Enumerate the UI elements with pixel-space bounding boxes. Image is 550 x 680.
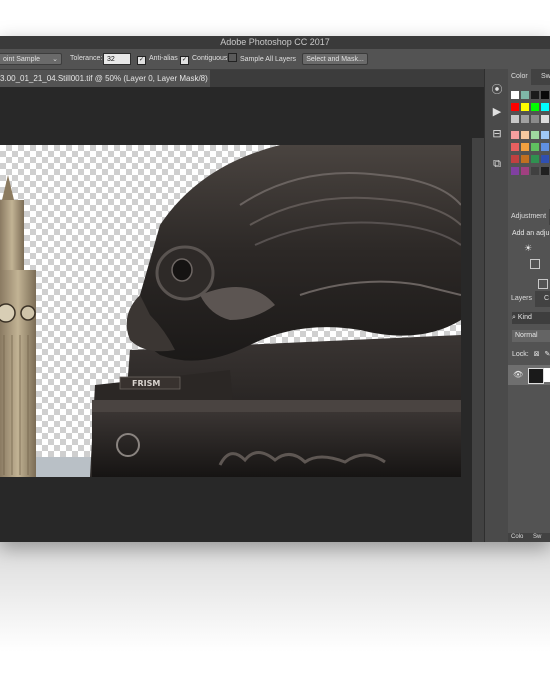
document-tab[interactable]: 3.00_01_21_04.Still001.tif @ 50% (Layer …: [0, 70, 210, 87]
checkbox-unchecked-icon: [228, 53, 237, 62]
layers-panel-tabs: Layers C: [508, 291, 550, 307]
statue-photo: FRISM: [0, 145, 461, 477]
color-swatch[interactable]: [531, 103, 539, 111]
dolphin-sculpture: [126, 145, 461, 361]
anti-alias-checkbox[interactable]: ✓ Anti-alias: [137, 53, 178, 65]
color-swatch[interactable]: [531, 143, 539, 151]
clock-tower: [0, 175, 36, 477]
color-swatch[interactable]: [511, 143, 519, 151]
tolerance-input[interactable]: 32: [103, 53, 131, 65]
canvas-area[interactable]: FRISM: [0, 87, 484, 542]
color-swatch[interactable]: [511, 167, 519, 175]
color-swatch[interactable]: [521, 103, 529, 111]
brightness-icon[interactable]: ☀: [524, 243, 532, 254]
window-reflection: [0, 542, 550, 652]
tab-color[interactable]: Color: [508, 69, 531, 85]
app-title-bar: Adobe Photoshop CC 2017: [0, 36, 550, 49]
tab-swatches[interactable]: Sw: [538, 69, 550, 85]
canvas-scrollbar[interactable]: [472, 138, 484, 542]
contiguous-label: Contiguous: [192, 55, 228, 62]
color-swatch[interactable]: [521, 115, 529, 123]
layer-row[interactable]: 👁: [508, 365, 550, 385]
document-tab-title: 3.00_01_21_04.Still001.tif @ 50% (Layer …: [0, 74, 210, 83]
layer-thumbnail: [528, 368, 544, 384]
lock-paint-icon[interactable]: ✎: [545, 351, 550, 358]
levels-icon[interactable]: [530, 259, 540, 269]
color-swatch[interactable]: [531, 167, 539, 175]
right-panels: Color Sw Adjustment Add an adju ☀ Layers…: [508, 69, 550, 542]
chevron-down-icon: ⌄: [52, 56, 58, 63]
bottom-panel-tabs: Colo Sw: [508, 533, 550, 542]
color-swatch[interactable]: [511, 131, 519, 139]
color-swatch[interactable]: [541, 143, 549, 151]
checkbox-checked-icon: ✓: [180, 56, 189, 65]
color-swatch[interactable]: [541, 167, 549, 175]
color-panel-tabs: Color Sw: [508, 69, 550, 85]
tab-channels[interactable]: C: [541, 291, 550, 307]
checkbox-checked-icon: ✓: [137, 56, 146, 65]
color-swatch[interactable]: [511, 103, 519, 111]
color-swatch[interactable]: [521, 91, 529, 99]
tab-layers[interactable]: Layers: [508, 291, 536, 307]
color-swatch[interactable]: [541, 155, 549, 163]
options-bar: oint Sample ⌄ Tolerance: 32 ✓ Anti-alias …: [0, 49, 550, 70]
contiguous-checkbox[interactable]: ✓ Contiguous: [180, 53, 227, 65]
blend-mode-select[interactable]: Normal: [512, 330, 550, 342]
color-panel-icon[interactable]: ⦿: [490, 83, 504, 97]
plaque-text: FRISM: [132, 379, 160, 388]
tab-swatches-bottom[interactable]: Sw: [530, 533, 544, 542]
layers-panel-icon[interactable]: ⧉: [490, 157, 504, 171]
lock-label: Lock:: [512, 351, 529, 358]
kind-label: Kind: [517, 314, 532, 321]
play-action-icon[interactable]: ▶: [490, 105, 504, 119]
color-swatch[interactable]: [541, 103, 549, 111]
layer-kind-filter[interactable]: ⌕ Kind: [512, 312, 550, 324]
color-swatch[interactable]: [521, 131, 529, 139]
search-icon: ⌕: [512, 314, 516, 321]
color-swatch[interactable]: [521, 167, 529, 175]
photoshop-window: Adobe Photoshop CC 2017 oint Sample ⌄ To…: [0, 36, 550, 542]
lock-transparent-icon[interactable]: ⊠: [534, 351, 540, 358]
color-swatch[interactable]: [541, 115, 549, 123]
swatches-grid: [511, 91, 550, 191]
layer-mask-thumbnail[interactable]: [544, 368, 550, 382]
sample-size-value: oint Sample: [3, 56, 40, 63]
tab-color-bottom[interactable]: Colo: [508, 533, 526, 542]
color-swatch[interactable]: [521, 155, 529, 163]
curves-icon[interactable]: [538, 279, 548, 289]
anti-alias-label: Anti-alias: [149, 55, 178, 62]
tolerance-label: Tolerance:: [70, 55, 103, 62]
color-swatch[interactable]: [531, 115, 539, 123]
color-swatch[interactable]: [541, 131, 549, 139]
color-swatch[interactable]: [541, 91, 549, 99]
adjustments-add-text: Add an adju: [512, 230, 550, 237]
color-swatch[interactable]: [531, 131, 539, 139]
lamp-base: FRISM: [90, 335, 461, 477]
sample-all-layers-label: Sample All Layers: [240, 56, 297, 63]
color-swatch[interactable]: [511, 91, 519, 99]
sample-all-layers-checkbox[interactable]: Sample All Layers: [228, 53, 296, 65]
document-image[interactable]: FRISM: [0, 145, 461, 477]
sample-size-select[interactable]: oint Sample ⌄: [0, 53, 62, 65]
adjustments-panel-header: Adjustment: [508, 209, 550, 225]
adjust-panel-icon[interactable]: ⊟: [490, 127, 504, 141]
select-and-mask-button[interactable]: Select and Mask...: [302, 53, 368, 65]
eye-icon[interactable]: 👁: [513, 370, 523, 379]
color-swatch[interactable]: [521, 143, 529, 151]
lock-row: Lock: ⊠ ✎: [512, 350, 550, 358]
app-title: Adobe Photoshop CC 2017: [220, 37, 330, 47]
color-swatch[interactable]: [531, 91, 539, 99]
document-tab-bar: 3.00_01_21_04.Still001.tif @ 50% (Layer …: [0, 70, 484, 87]
color-swatch[interactable]: [511, 115, 519, 123]
color-swatch[interactable]: [531, 155, 539, 163]
panel-icon-strip: ⦿ ▶ ⊟ ⧉: [484, 69, 509, 542]
tab-adjustments[interactable]: Adjustment: [508, 209, 550, 225]
color-swatch[interactable]: [511, 155, 519, 163]
